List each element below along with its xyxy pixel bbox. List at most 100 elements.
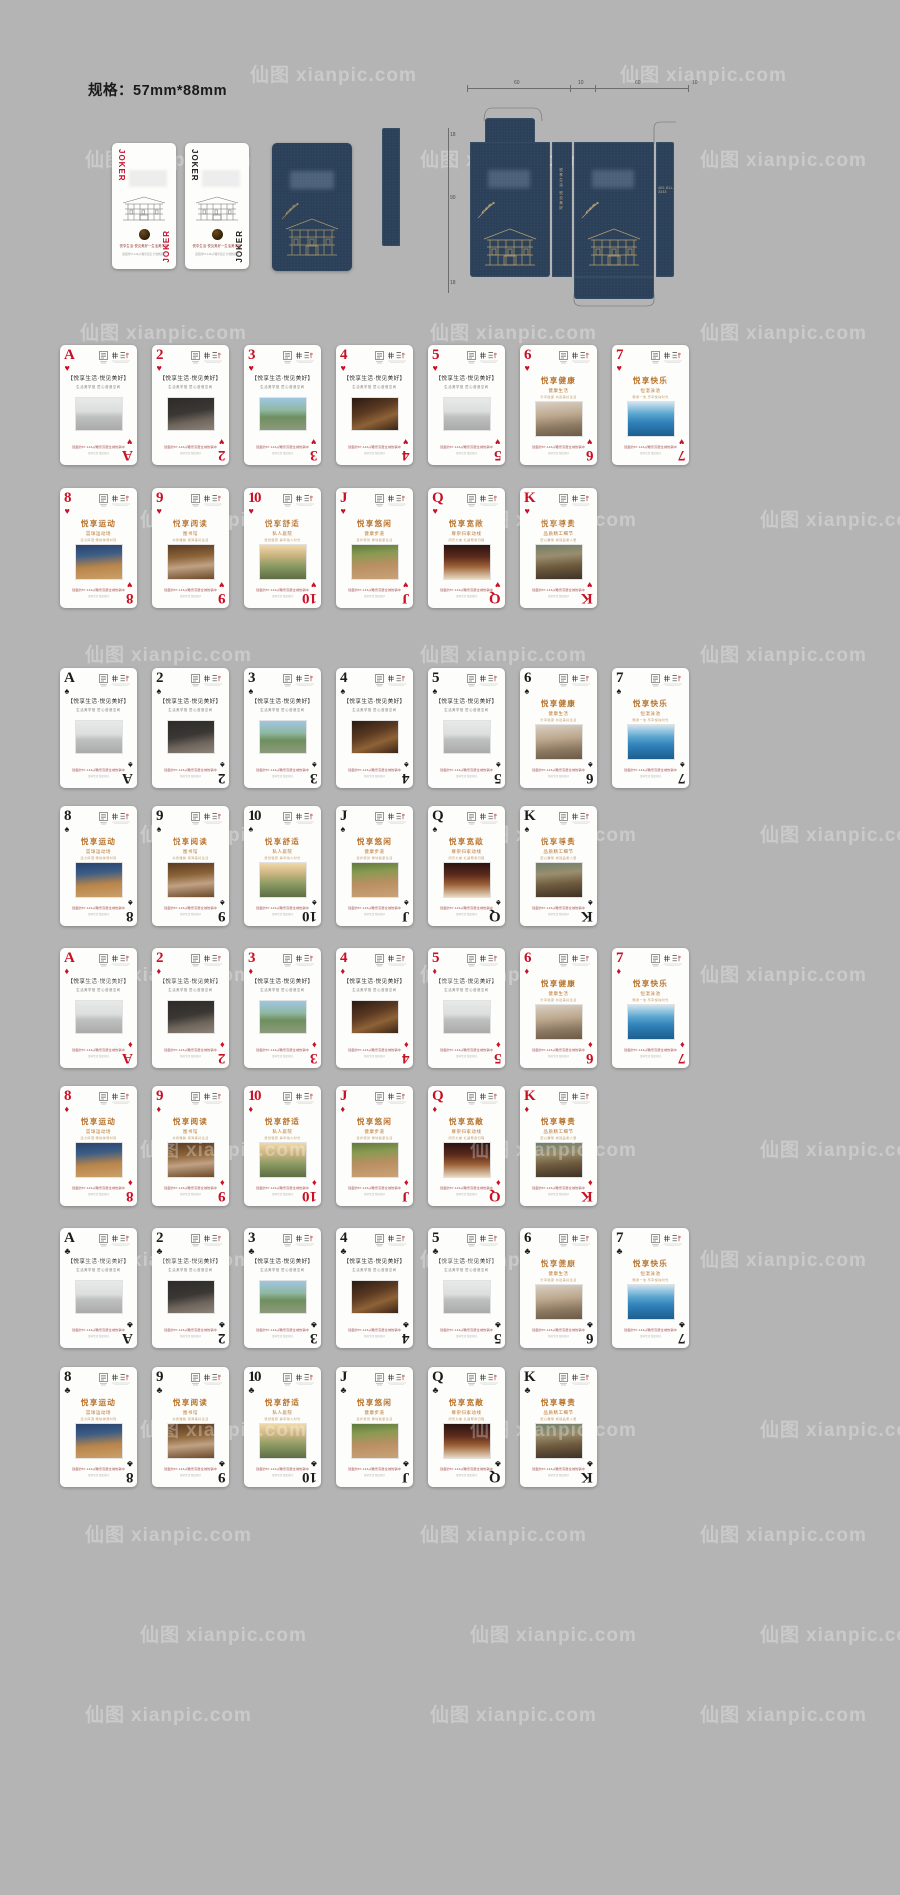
- brand-mark-icon: [559, 1092, 568, 1105]
- card-subtitle-2: 匠心雕琢 成就品质人居: [540, 537, 577, 542]
- card-caption-2: 悦享生活 悦见美好: [180, 452, 201, 456]
- card-subtitle: 私人庭院: [272, 1129, 293, 1134]
- card-rank-top: Q: [432, 1369, 444, 1385]
- spec-label: 规格：57mm*88mm: [88, 83, 227, 99]
- card-rank-top: 4: [340, 950, 348, 966]
- brand-mark-icon: [375, 954, 384, 967]
- card-logo-group: [99, 812, 131, 825]
- brand-wordmark-icon: [664, 955, 682, 966]
- suit-clubs-icon-bottom: ♣: [218, 1459, 225, 1469]
- card-rank-bottom: J: [401, 1469, 410, 1485]
- card-rank-bottom: 3: [309, 447, 318, 463]
- brand-wordmark-icon: [296, 675, 314, 686]
- card-rank-bottom: A: [122, 447, 133, 463]
- brand-mark-icon: [191, 494, 200, 507]
- card-subtitle: 健康生活: [548, 388, 569, 393]
- card-logo-group: [375, 954, 407, 967]
- card-caption-2: 悦享生活 悦见美好: [88, 595, 109, 599]
- brand-mark-icon: [651, 674, 660, 687]
- brand-wordmark-icon: [388, 1093, 406, 1104]
- card-rank-bottom: 4: [401, 1330, 410, 1346]
- photo-craft-hands: [535, 545, 582, 579]
- card-title: 【悦享生活·悦见美好】: [435, 376, 498, 382]
- brand-wordmark-icon: [572, 495, 590, 506]
- card-subtitle-2: 畅游一池 尽享悦动时光: [632, 394, 669, 399]
- card-rank-top: 3: [248, 670, 256, 686]
- card-photo: [258, 1423, 307, 1459]
- card-photo: [350, 862, 399, 898]
- card-title: 悦享阅读: [172, 1398, 209, 1407]
- card-photo: [166, 1280, 215, 1314]
- card-caption: 建面约57-143㎡瞰景高层全城热销中: [348, 1185, 401, 1190]
- card-caption-2: 悦享生活 悦见美好: [364, 1193, 385, 1197]
- brand-mark-icon: [99, 494, 108, 507]
- playing-card-spades-9: 9 ♠ 悦享阅读 图书馆 书香雅韵 润泽美好生活 建面约57-143㎡瞰景高层全…: [152, 806, 229, 926]
- pavilion-icon: [285, 218, 339, 256]
- playing-card-clubs-5: 5 ♣ 【悦享生活·悦见美好】 生活美学馆 匠心营造空间 建面约57-143㎡瞰…: [428, 1228, 505, 1348]
- suit-diamonds-icon-bottom: ♦: [219, 1040, 225, 1050]
- suit-hearts-icon: ♥: [340, 506, 346, 516]
- card-subtitle-2: 阔景大堂 礼遇尊贵归程: [448, 1135, 485, 1140]
- card-logo-group: [375, 674, 407, 687]
- brand-mark-icon: [467, 1373, 476, 1386]
- suit-clubs-icon-bottom: ♣: [494, 1320, 501, 1330]
- card-rank-top: 6: [524, 950, 532, 966]
- playing-card-spades-q: Q ♠ 悦享宽敞 尊崇归家动线 阔景大堂 礼遇尊贵归程 建面约57-143㎡瞰景…: [428, 806, 505, 926]
- brand-wordmark-icon: [388, 352, 406, 363]
- photo-garden-terrace: [259, 863, 306, 897]
- photo-craft-hands: [535, 863, 582, 897]
- photo-friends-dining: [535, 1005, 582, 1039]
- card-subtitle: 生活美学馆 匠心营造空间: [76, 988, 121, 992]
- brand-mark-icon: [375, 674, 384, 687]
- playing-card-diamonds-j: J ♦ 悦享悠闲 健康步道 漫步悠然 律动健康生活 建面约57-143㎡瞰景高层…: [336, 1086, 413, 1206]
- card-subtitle-2: 匠心雕琢 成就品质人居: [540, 1135, 577, 1140]
- suit-spades-icon: ♠: [248, 824, 254, 834]
- card-subtitle-2: 活力挥洒 畅快淋漓时刻: [80, 537, 117, 542]
- playing-card-hearts-j: J ♥ 悦享悠闲 健康步道 漫步悠然 律动健康生活 建面约57-143㎡瞰景高层…: [336, 488, 413, 608]
- card-subtitle-2: 活力挥洒 畅快淋漓时刻: [80, 1416, 117, 1421]
- suit-diamonds-icon: ♦: [340, 1104, 346, 1114]
- photo-lobby-interior: [75, 721, 122, 753]
- brand-mark-icon: [559, 674, 568, 687]
- card-subtitle-2: 书香雅韵 润泽美好生活: [172, 537, 209, 542]
- card-caption: 建面约57-143㎡瞰景高层全城热销中: [532, 1327, 585, 1332]
- card-title: 【悦享生活·悦见美好】: [343, 1259, 406, 1265]
- dieline-spine-panel: 悦享生活·悦见美好: [552, 142, 572, 277]
- card-photo: [442, 720, 491, 754]
- card-rank-bottom: A: [122, 1330, 133, 1346]
- dim-label-18b: 18: [450, 280, 456, 286]
- card-rank-bottom: 8: [125, 908, 134, 924]
- playing-card-diamonds-a: A ♦ 【悦享生活·悦见美好】 生活美学馆 匠心营造空间 建面约57-143㎡瞰…: [60, 948, 137, 1068]
- card-photo: [534, 1423, 583, 1459]
- playing-card-hearts-q: Q ♥ 悦享宽敞 尊崇归家动线 阔景大堂 礼遇尊贵归程 建面约57-143㎡瞰景…: [428, 488, 505, 608]
- sprig-icon: [477, 201, 495, 219]
- brand-wordmark-icon: [572, 1093, 590, 1104]
- joker-label-top: JOKER: [190, 149, 199, 182]
- card-rank-top: 9: [156, 808, 164, 824]
- watermark: 仙图xianpic.com: [420, 644, 587, 666]
- card-caption: 建面约57-143㎡瞰景高层全城热销中: [164, 905, 217, 910]
- suit-diamonds-icon-bottom: ♦: [127, 1040, 133, 1050]
- photo-basketball: [75, 1143, 122, 1177]
- card-logo-group: [651, 1234, 683, 1247]
- card-logo-group: [99, 674, 131, 687]
- card-photo: [626, 1284, 675, 1320]
- card-subtitle-2: 悠然惬意 静享怡人时光: [264, 537, 301, 542]
- card-rank-bottom: 4: [401, 447, 410, 463]
- brand-wordmark-icon: [204, 1093, 222, 1104]
- suit-hearts-icon: ♥: [248, 506, 254, 516]
- card-photo: [166, 544, 215, 580]
- card-caption-2: 悦享生活 悦见美好: [180, 1193, 201, 1197]
- card-logo-group: [651, 674, 683, 687]
- dim-label-18a: 18: [450, 132, 456, 138]
- card-subtitle: 健康步道: [364, 1410, 385, 1415]
- watermark: 仙图xianpic.com: [760, 1624, 900, 1646]
- card-logo-group: [559, 1092, 591, 1105]
- card-caption-2: 悦享生活 悦见美好: [180, 913, 201, 917]
- card-rank-bottom: 9: [217, 908, 226, 924]
- card-logo-group: [467, 494, 499, 507]
- card-photo: [166, 1142, 215, 1178]
- watermark: 仙图xianpic.com: [700, 322, 867, 344]
- card-photo: [166, 397, 215, 431]
- photo-grand-corridor: [443, 863, 490, 897]
